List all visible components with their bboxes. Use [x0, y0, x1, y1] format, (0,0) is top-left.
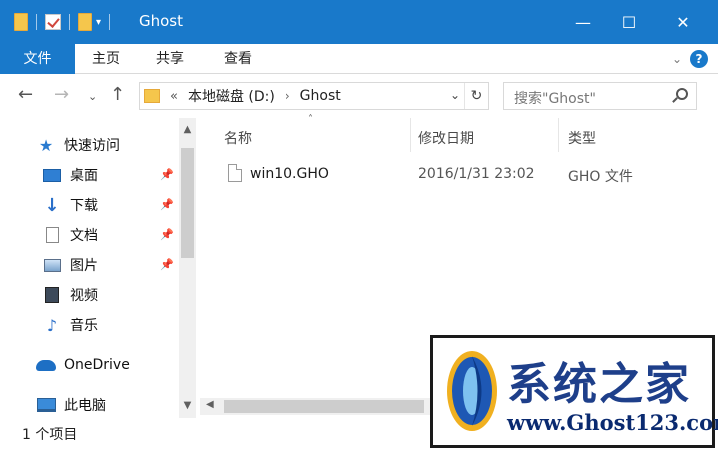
navigation-scrollbar[interactable]: ▲ ▼ [179, 118, 196, 418]
address-bar[interactable]: « 本地磁盘 (D:) › Ghost ⌄ ↻ [139, 82, 489, 110]
file-icon [228, 164, 242, 182]
nav-item-quick-access[interactable]: ★ 快速访问 [0, 130, 180, 160]
nav-item-downloads[interactable]: ↓ 下载 📌 [0, 190, 180, 220]
nav-item-pictures[interactable]: 图片 📌 [0, 250, 180, 280]
cloud-icon [36, 357, 56, 373]
up-arrow-icon[interactable]: ↑ [110, 84, 125, 105]
nav-item-label: OneDrive [64, 357, 130, 373]
toolbar-separator [36, 14, 37, 30]
new-folder-icon[interactable] [78, 13, 92, 31]
nav-item-label: 音乐 [70, 318, 98, 334]
pin-icon[interactable]: 📌 [160, 258, 174, 271]
search-box[interactable]: 搜索"Ghost" [503, 82, 697, 110]
quick-access-toolbar: ▾ [14, 10, 118, 34]
nav-item-this-pc[interactable]: 此电脑 [0, 390, 180, 420]
pin-icon[interactable]: 📌 [160, 168, 174, 181]
watermark-logo: 系统之家 www.Ghost123.com [430, 335, 718, 448]
nav-item-music[interactable]: ♪ 音乐 [0, 310, 180, 340]
picture-icon [42, 257, 62, 273]
address-dropdown-icon[interactable]: ⌄ [450, 88, 460, 102]
overflow-chevron-icon[interactable]: « [170, 89, 178, 104]
nav-item-documents[interactable]: 文档 📌 [0, 220, 180, 250]
address-row: ← → ⌄ ↑ « 本地磁盘 (D:) › Ghost ⌄ ↻ 搜索"Ghost… [0, 74, 718, 118]
tab-view[interactable]: 查看 [210, 44, 266, 74]
breadcrumb-ghost[interactable]: Ghost [300, 88, 341, 104]
breadcrumb-drive[interactable]: 本地磁盘 (D:) [188, 86, 275, 106]
nav-item-onedrive[interactable]: OneDrive [0, 350, 180, 380]
help-icon[interactable]: ? [690, 50, 708, 68]
ribbon-tabs: 文件 主页 共享 查看 ⌄ ? [0, 44, 718, 74]
file-row[interactable]: win10.GHO 2016/1/31 23:02 GHO 文件 [220, 160, 640, 190]
pin-icon[interactable]: 📌 [160, 228, 174, 241]
nav-item-label: 视频 [70, 288, 98, 304]
breadcrumb-separator-icon[interactable]: › [285, 89, 290, 103]
file-modified-date: 2016/1/31 23:02 [418, 166, 535, 182]
back-arrow-icon[interactable]: ← [18, 84, 33, 105]
toolbar-separator [69, 14, 70, 30]
document-icon [42, 227, 62, 243]
recent-locations-chevron-icon[interactable]: ⌄ [88, 90, 97, 103]
scroll-down-arrow-icon[interactable]: ▼ [179, 400, 196, 411]
column-divider[interactable] [410, 118, 411, 152]
maximize-button[interactable]: ☐ [606, 0, 652, 44]
desktop-icon [42, 167, 62, 183]
scrollbar-thumb[interactable] [181, 148, 194, 258]
tab-home[interactable]: 主页 [78, 44, 134, 74]
tab-file[interactable]: 文件 [0, 44, 75, 74]
nav-item-label: 下载 [70, 198, 98, 214]
column-header-modified[interactable]: 修改日期 [418, 128, 474, 148]
search-placeholder: 搜索"Ghost" [514, 91, 596, 107]
title-bar: ▾ Ghost — ☐ ✕ [0, 0, 718, 44]
nav-item-label: 此电脑 [64, 398, 106, 414]
window-title: Ghost [139, 12, 184, 30]
file-type: GHO 文件 [568, 169, 633, 185]
properties-check-icon[interactable] [45, 14, 61, 30]
video-icon [42, 287, 62, 303]
nav-item-label: 快速访问 [64, 138, 120, 154]
pin-icon[interactable]: 📌 [160, 198, 174, 211]
folder-icon [144, 89, 160, 103]
scrollbar-thumb[interactable] [224, 400, 424, 413]
watermark-chinese-text: 系统之家 [507, 359, 691, 410]
nav-item-videos[interactable]: 视频 [0, 280, 180, 310]
minimize-button[interactable]: — [560, 0, 606, 44]
close-button[interactable]: ✕ [660, 0, 706, 44]
navigation-pane: ★ 快速访问 桌面 📌 ↓ 下载 📌 文档 📌 图片 📌 视频 ♪ 音乐 One… [0, 118, 200, 418]
forward-arrow-icon[interactable]: → [54, 84, 69, 105]
nav-item-desktop[interactable]: 桌面 📌 [0, 160, 180, 190]
customize-dropdown-icon[interactable]: ▾ [96, 17, 101, 28]
content-horizontal-scrollbar[interactable]: ◀ [200, 398, 430, 415]
download-arrow-icon: ↓ [44, 194, 60, 216]
column-header-type[interactable]: 类型 [568, 128, 596, 148]
scroll-up-arrow-icon[interactable]: ▲ [179, 124, 196, 135]
status-item-count: 1 个项目 [22, 427, 78, 443]
scroll-left-arrow-icon[interactable]: ◀ [206, 399, 214, 410]
toolbar-separator [109, 14, 111, 30]
nav-item-label: 图片 [70, 258, 98, 274]
watermark-url: www.Ghost123.com [507, 410, 718, 435]
sort-ascending-icon: ˄ [308, 114, 313, 125]
search-icon[interactable] [676, 88, 688, 100]
nav-item-label: 桌面 [70, 168, 98, 184]
file-name: win10.GHO [250, 166, 329, 182]
expand-ribbon-chevron-icon[interactable]: ⌄ [672, 52, 682, 66]
column-header-name[interactable]: 名称 [224, 128, 252, 148]
star-icon: ★ [38, 135, 54, 155]
computer-icon [36, 397, 56, 413]
folder-icon[interactable] [14, 13, 28, 31]
tab-share[interactable]: 共享 [142, 44, 198, 74]
logo-icon [447, 351, 497, 431]
refresh-icon[interactable]: ↻ [464, 83, 488, 109]
music-note-icon: ♪ [46, 315, 58, 335]
nav-item-label: 文档 [70, 228, 98, 244]
column-divider[interactable] [558, 118, 559, 152]
